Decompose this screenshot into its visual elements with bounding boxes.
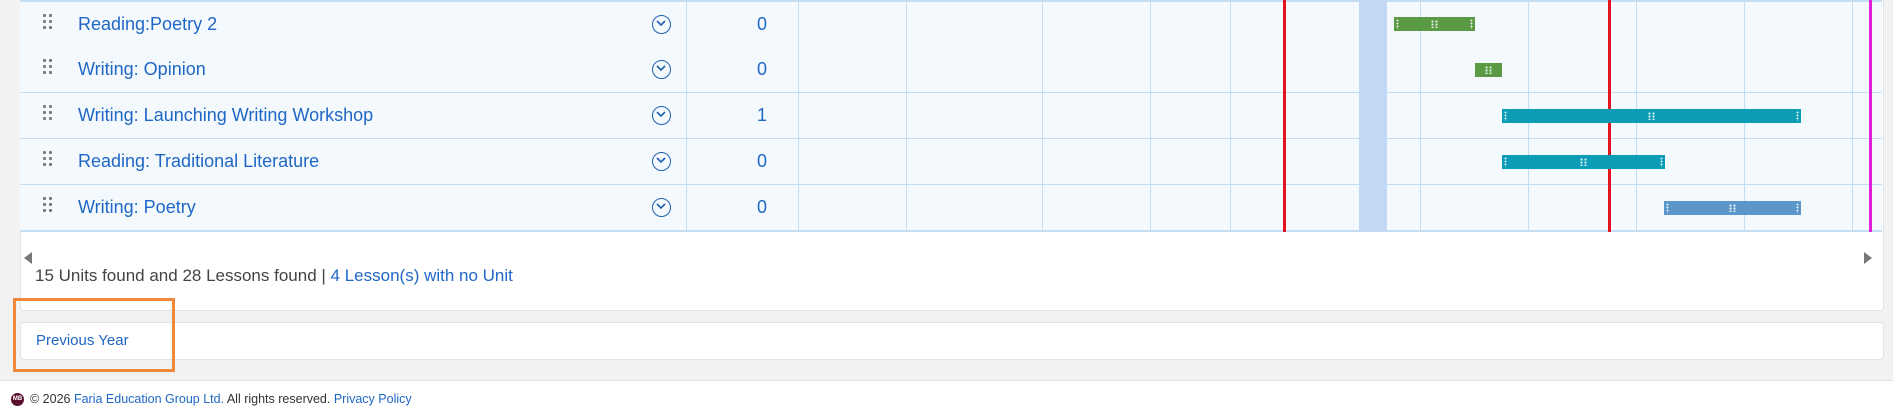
lessons-no-unit-link[interactable]: 4 Lesson(s) with no Unit <box>331 266 513 285</box>
column-divider <box>1150 0 1151 232</box>
footer-text: © 2026 Faria Education Group Ltd. All ri… <box>30 381 412 417</box>
unit-timeline-bar[interactable] <box>1664 201 1801 215</box>
column-divider <box>1042 0 1043 232</box>
unit-timeline-bar[interactable] <box>1394 17 1475 31</box>
column-divider <box>1420 0 1421 232</box>
column-divider <box>798 0 799 232</box>
summary-text: 15 Units found and 28 Lessons found | <box>35 266 331 285</box>
copyright-text: © 2026 <box>30 392 74 406</box>
chevron-down-icon[interactable] <box>652 152 671 171</box>
unit-timeline-bar[interactable] <box>1475 63 1502 77</box>
unit-timeline-bar[interactable] <box>1502 155 1665 169</box>
scroll-right-arrow-icon[interactable] <box>1864 252 1872 264</box>
unit-title-link[interactable]: Reading: Traditional Literature <box>78 139 319 184</box>
rights-text: All rights reserved. <box>224 392 334 406</box>
today-marker-line <box>1283 0 1286 232</box>
column-divider <box>906 0 907 232</box>
lesson-count[interactable]: 0 <box>706 2 818 47</box>
lesson-count[interactable]: 0 <box>706 185 818 230</box>
privacy-policy-link[interactable]: Privacy Policy <box>334 392 412 406</box>
lesson-count[interactable]: 1 <box>706 93 818 138</box>
chevron-down-icon[interactable] <box>652 60 671 79</box>
unit-title-link[interactable]: Writing: Opinion <box>78 47 206 92</box>
drag-handle-icon[interactable] <box>43 59 53 79</box>
column-divider <box>686 0 687 232</box>
faria-logo-icon: MB <box>11 393 24 406</box>
table-row: Writing: Poetry 0 <box>20 185 1882 232</box>
results-summary: 15 Units found and 28 Lessons found | 4 … <box>35 266 513 286</box>
drag-handle-icon[interactable] <box>43 105 53 125</box>
drag-handle-icon[interactable] <box>43 14 53 34</box>
lesson-count[interactable]: 0 <box>706 139 818 184</box>
company-link[interactable]: Faria Education Group Ltd. <box>74 392 224 406</box>
column-divider <box>1852 0 1853 232</box>
page-footer: MB © 2026 Faria Education Group Ltd. All… <box>0 380 1893 417</box>
highlight-box <box>13 298 175 372</box>
unit-title-link[interactable]: Reading:Poetry 2 <box>78 2 217 47</box>
unit-timeline-bar[interactable] <box>1502 109 1801 123</box>
table-row: Reading:Poetry 2 0 <box>20 0 1882 49</box>
year-pager: Previous Year <box>20 322 1884 360</box>
drag-handle-icon[interactable] <box>43 151 53 171</box>
table-row: Writing: Opinion 0 <box>20 47 1882 94</box>
chevron-down-icon[interactable] <box>652 15 671 34</box>
chevron-down-icon[interactable] <box>652 198 671 217</box>
year-end-marker-line <box>1869 0 1872 232</box>
drag-handle-icon[interactable] <box>43 197 53 217</box>
week-highlight-band <box>1359 0 1387 232</box>
column-divider <box>1230 0 1231 232</box>
scroll-left-arrow-icon[interactable] <box>24 252 32 264</box>
lesson-count[interactable]: 0 <box>706 47 818 92</box>
unit-title-link[interactable]: Writing: Poetry <box>78 185 196 230</box>
units-timeline-grid: Reading:Poetry 2 0 Writing: Opinion 0 Wr… <box>20 0 1882 232</box>
chevron-down-icon[interactable] <box>652 106 671 125</box>
unit-title-link[interactable]: Writing: Launching Writing Workshop <box>78 93 373 138</box>
